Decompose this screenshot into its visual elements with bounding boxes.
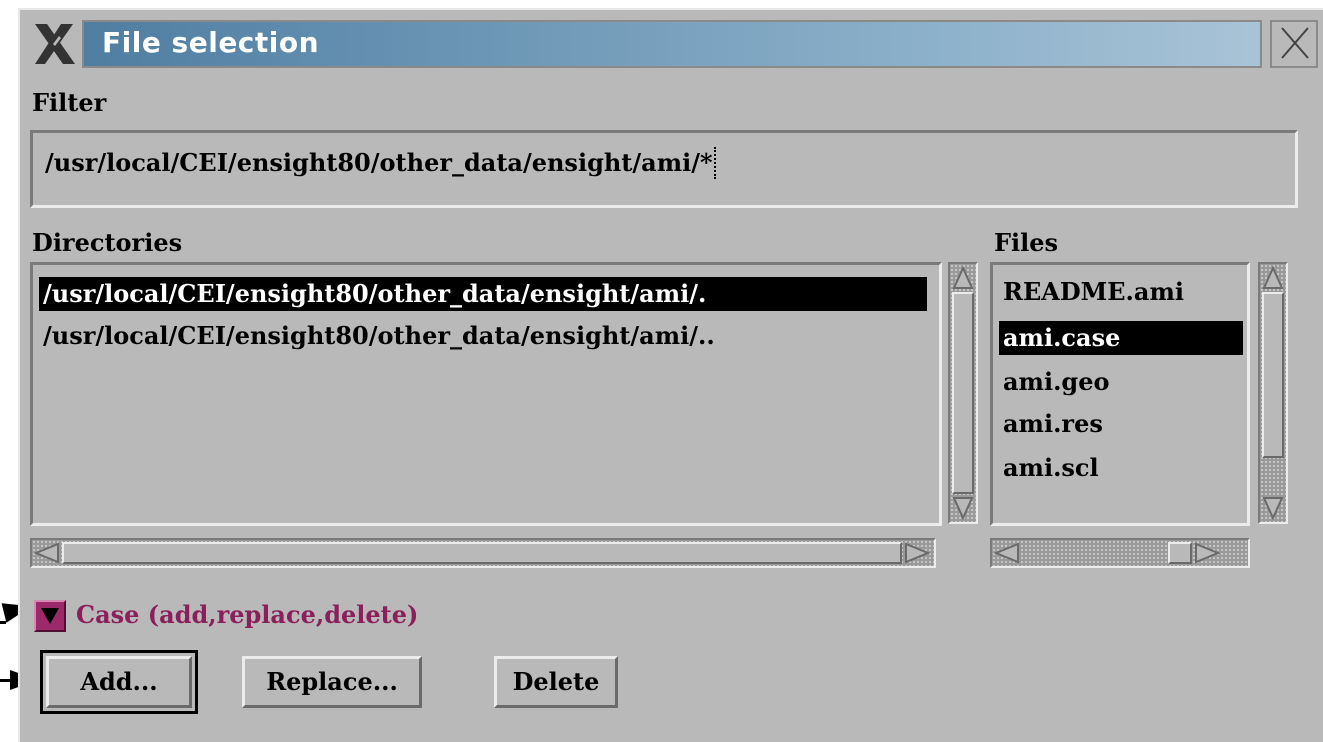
file-item[interactable]: ami.res <box>999 407 1243 441</box>
scroll-up-icon[interactable] <box>952 265 974 294</box>
text-cursor <box>713 147 718 179</box>
file-item[interactable]: ami.geo <box>999 365 1243 399</box>
files-hscrollbar[interactable] <box>990 538 1250 568</box>
add-button[interactable]: Add... <box>46 656 192 708</box>
file-selection-dialog: File selection Filter /usr/local/CEI/ens… <box>18 8 1323 742</box>
file-item[interactable]: ami.scl <box>999 451 1243 485</box>
scroll-left-icon[interactable] <box>33 542 60 568</box>
case-toggle-button[interactable] <box>34 600 66 632</box>
directories-vscrollbar[interactable] <box>948 262 978 524</box>
files-list[interactable]: README.ami ami.case ami.geo ami.res ami.… <box>990 262 1250 526</box>
scroll-left-icon[interactable] <box>993 542 1020 568</box>
file-item[interactable]: README.ami <box>999 275 1243 309</box>
filter-input[interactable]: /usr/local/CEI/ensight80/other_data/ensi… <box>30 130 1298 208</box>
title-bar[interactable]: File selection <box>22 14 1319 72</box>
scroll-up-icon[interactable] <box>1262 265 1284 294</box>
filter-label: Filter <box>32 88 107 117</box>
scroll-down-icon[interactable] <box>952 496 974 524</box>
scroll-right-icon[interactable] <box>904 542 931 568</box>
scroll-right-icon[interactable] <box>1194 542 1221 568</box>
scroll-down-icon[interactable] <box>1262 496 1284 524</box>
title-field[interactable]: File selection <box>82 20 1262 68</box>
file-item[interactable]: ami.case <box>999 321 1243 355</box>
window-title: File selection <box>102 26 320 59</box>
directories-list[interactable]: /usr/local/CEI/ensight80/other_data/ensi… <box>30 262 942 526</box>
files-vscrollbar[interactable] <box>1258 262 1288 524</box>
case-section-label[interactable]: Case (add,replace,delete) <box>76 600 418 629</box>
files-vscroll-thumb[interactable] <box>1262 292 1284 458</box>
x-logo-icon[interactable] <box>30 22 80 68</box>
triangle-down-icon <box>39 606 61 630</box>
files-label: Files <box>994 228 1059 257</box>
directories-hscrollbar[interactable] <box>30 538 936 568</box>
files-hscroll-thumb[interactable] <box>1168 542 1192 564</box>
directories-vscroll-thumb[interactable] <box>952 292 974 494</box>
delete-button[interactable]: Delete <box>494 656 618 708</box>
directory-item[interactable]: /usr/local/CEI/ensight80/other_data/ensi… <box>39 277 927 311</box>
close-icon <box>1274 26 1314 72</box>
filter-value: /usr/local/CEI/ensight80/other_data/ensi… <box>45 148 713 177</box>
replace-button[interactable]: Replace... <box>242 656 422 708</box>
directories-label: Directories <box>32 228 183 257</box>
directory-item[interactable]: /usr/local/CEI/ensight80/other_data/ensi… <box>39 319 927 353</box>
directories-hscroll-thumb[interactable] <box>62 542 902 564</box>
close-button[interactable] <box>1270 20 1318 68</box>
